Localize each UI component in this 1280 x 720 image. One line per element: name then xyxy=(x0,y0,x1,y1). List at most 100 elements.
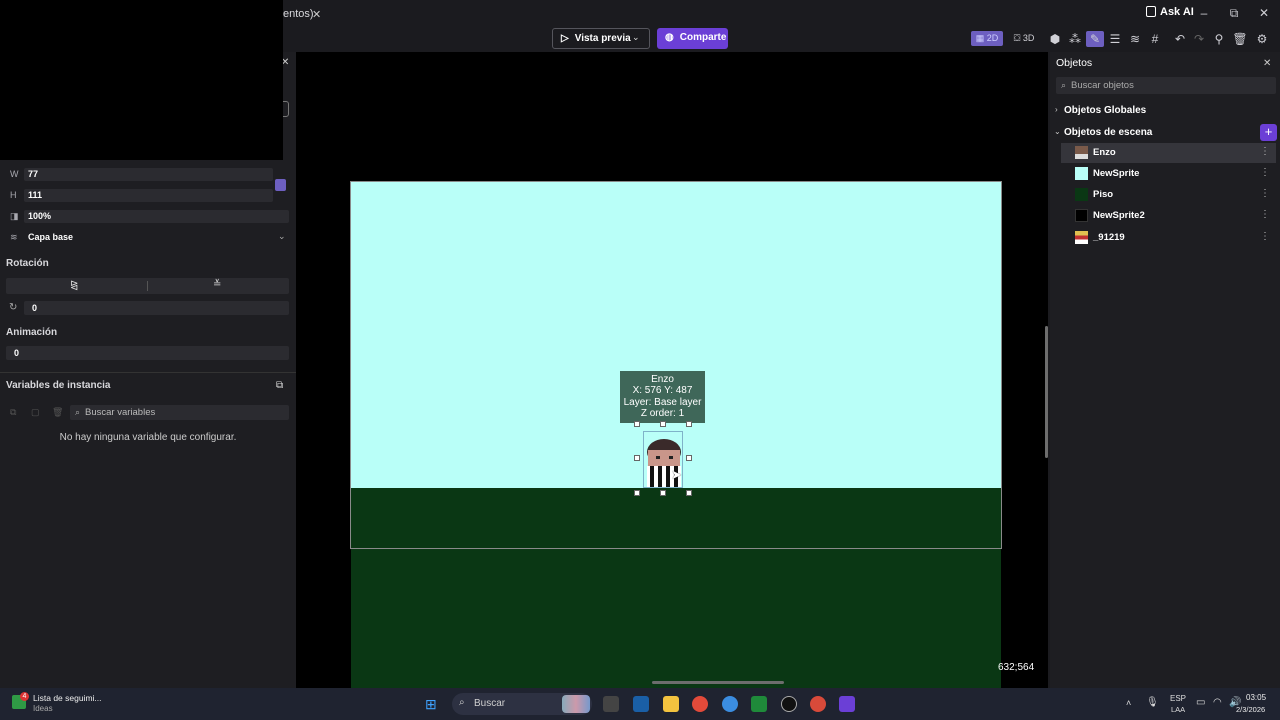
resize-handle[interactable] xyxy=(634,455,640,461)
width-label: W xyxy=(10,169,19,179)
redo-icon[interactable]: ↷ xyxy=(1190,31,1208,47)
file-explorer-icon[interactable] xyxy=(663,696,679,712)
properties-icon[interactable]: ✎ xyxy=(1086,31,1104,47)
toggle-2d-button[interactable]: ▦ 2D xyxy=(971,31,1003,46)
resize-handle[interactable] xyxy=(660,421,666,427)
chrome-icon[interactable] xyxy=(692,696,708,712)
app-icon[interactable] xyxy=(751,696,767,712)
tray-chevron-icon[interactable]: ˄ xyxy=(1126,698,1131,708)
search-highlight-icon xyxy=(562,695,590,713)
height-label: H xyxy=(10,190,17,200)
object-item-newsprite2[interactable]: NewSprite2 ⋮ xyxy=(1061,206,1276,226)
rotate-icon: ↻ xyxy=(9,302,18,313)
more-options-icon[interactable]: ⋮ xyxy=(1260,146,1270,157)
restore-icon[interactable]: ⧉ xyxy=(1224,4,1244,22)
instances-list-icon[interactable]: ☰ xyxy=(1106,31,1124,47)
undo-icon[interactable]: ↶ xyxy=(1171,31,1189,47)
horizontal-scrollbar[interactable] xyxy=(652,681,784,684)
opacity-input[interactable]: 100% xyxy=(24,210,289,223)
app-icon[interactable] xyxy=(781,696,797,712)
toggle-3d-button[interactable]: ⛋ 3D xyxy=(1010,31,1038,46)
more-options-icon[interactable]: ⋮ xyxy=(1260,209,1270,220)
resize-handle[interactable] xyxy=(686,490,692,496)
layers-icon: ≋ xyxy=(10,232,18,242)
search-variables-input[interactable]: ⌕ Buscar variables xyxy=(70,405,289,420)
language-code[interactable]: ESP xyxy=(1170,694,1186,703)
app-icon[interactable] xyxy=(722,696,738,712)
search-objects-input[interactable]: ⌕ Buscar objetos xyxy=(1056,77,1276,94)
rotation-input[interactable]: 0 xyxy=(24,301,289,315)
layers-icon[interactable]: ≋ xyxy=(1126,31,1144,47)
open-external-icon[interactable]: ⧉ xyxy=(276,380,283,391)
global-objects-folder[interactable]: Objetos Globales xyxy=(1064,105,1146,116)
width-input[interactable]: 77 xyxy=(24,168,273,181)
object-groups-icon[interactable]: ⁂ xyxy=(1066,31,1084,47)
steam-icon[interactable] xyxy=(633,696,649,712)
zoom-icon[interactable]: ⚲ xyxy=(1210,31,1228,47)
object-item-91219[interactable]: _91219 ⋮ xyxy=(1061,228,1276,248)
animation-title: Animación xyxy=(6,327,58,338)
floor-sprite[interactable] xyxy=(351,488,1001,688)
close-window-icon[interactable]: ✕ xyxy=(1254,4,1274,22)
animation-input[interactable]: 0 xyxy=(6,346,289,360)
ask-ai-button[interactable]: Ask AI xyxy=(1160,6,1194,18)
layer-row: ≋ Capa base ⌄ xyxy=(6,231,289,245)
delete-icon[interactable]: 🗑 xyxy=(1231,31,1249,47)
minimize-icon[interactable]: – xyxy=(1194,4,1214,22)
resize-handle[interactable] xyxy=(686,421,692,427)
instance-variables-title: Variables de instancia xyxy=(6,380,111,391)
ask-ai-icon[interactable] xyxy=(1146,6,1156,17)
object-item-enzo[interactable]: Enzo ⋮ xyxy=(1061,143,1276,163)
search-icon: ⌕ xyxy=(75,407,81,417)
layer-select[interactable]: Capa base xyxy=(24,231,289,244)
add-object-button[interactable]: + xyxy=(1260,124,1277,141)
object-item-piso[interactable]: Piso ⋮ xyxy=(1061,185,1276,205)
chevron-down-icon[interactable]: ⌄ xyxy=(1054,127,1061,136)
chevron-right-icon[interactable]: › xyxy=(1055,105,1058,114)
clock-time[interactable]: 03:05 xyxy=(1246,693,1266,702)
close-panel-icon[interactable]: ✕ xyxy=(1263,58,1271,69)
height-input[interactable]: 111 xyxy=(24,189,273,202)
object-item-newsprite[interactable]: NewSprite ⋮ xyxy=(1061,164,1276,184)
notification-badge: 4 xyxy=(20,692,29,701)
opacity-icon: ◨ xyxy=(10,211,19,221)
overlay-window xyxy=(0,0,283,160)
more-options-icon[interactable]: ⋮ xyxy=(1260,188,1270,199)
cursor-coordinates: 632;564 xyxy=(998,662,1035,673)
share-button[interactable]: ◍ Comparte xyxy=(657,28,728,49)
preview-dropdown-icon[interactable]: ⌄ xyxy=(632,32,640,43)
paste-icon[interactable]: ▢ xyxy=(31,407,40,418)
mouse-cursor-icon: ➤ xyxy=(671,467,682,482)
copy-icon[interactable]: ⧉ xyxy=(10,407,16,418)
resize-handle[interactable] xyxy=(634,421,640,427)
divider xyxy=(0,372,296,373)
more-options-icon[interactable]: ⋮ xyxy=(1260,231,1270,242)
opacity-row: ◨ 100% xyxy=(6,210,289,224)
settings-icon[interactable]: ⚙ xyxy=(1253,31,1271,47)
tab-close-icon[interactable]: ✕ xyxy=(312,8,321,21)
resize-handle[interactable] xyxy=(660,490,666,496)
widget-title[interactable]: Lista de seguimi... xyxy=(33,693,102,703)
resize-handle[interactable] xyxy=(686,455,692,461)
trash-icon[interactable]: 🗑 xyxy=(52,407,63,418)
object-name: NewSprite2 xyxy=(1093,210,1145,221)
windows-start-icon[interactable]: ⊞ xyxy=(425,696,441,712)
chrome-profile-icon[interactable] xyxy=(810,696,826,712)
wifi-icon[interactable]: ◠ xyxy=(1213,697,1222,708)
display-icon[interactable]: ▭ xyxy=(1196,697,1205,708)
flip-divider xyxy=(147,281,148,291)
flip-horizontal-icon[interactable]: ⧎ xyxy=(70,280,78,291)
resize-handle[interactable] xyxy=(634,490,640,496)
objects-panel-icon[interactable]: ⬢ xyxy=(1046,31,1064,47)
task-view-icon[interactable] xyxy=(603,696,619,712)
vertical-scrollbar[interactable] xyxy=(1045,326,1048,458)
microphone-icon[interactable]: 🎙 xyxy=(1146,697,1159,708)
object-name: NewSprite xyxy=(1093,168,1140,179)
gdevelop-icon[interactable] xyxy=(839,696,855,712)
scene-objects-folder[interactable]: Objetos de escena xyxy=(1064,127,1152,138)
taskbar-search-label: Buscar xyxy=(474,698,506,709)
more-options-icon[interactable]: ⋮ xyxy=(1260,167,1270,178)
grid-toggle-icon[interactable]: # xyxy=(1146,31,1164,47)
editor-tab-label[interactable]: entos) xyxy=(283,8,314,20)
flip-vertical-icon[interactable]: ≚ xyxy=(213,279,221,290)
